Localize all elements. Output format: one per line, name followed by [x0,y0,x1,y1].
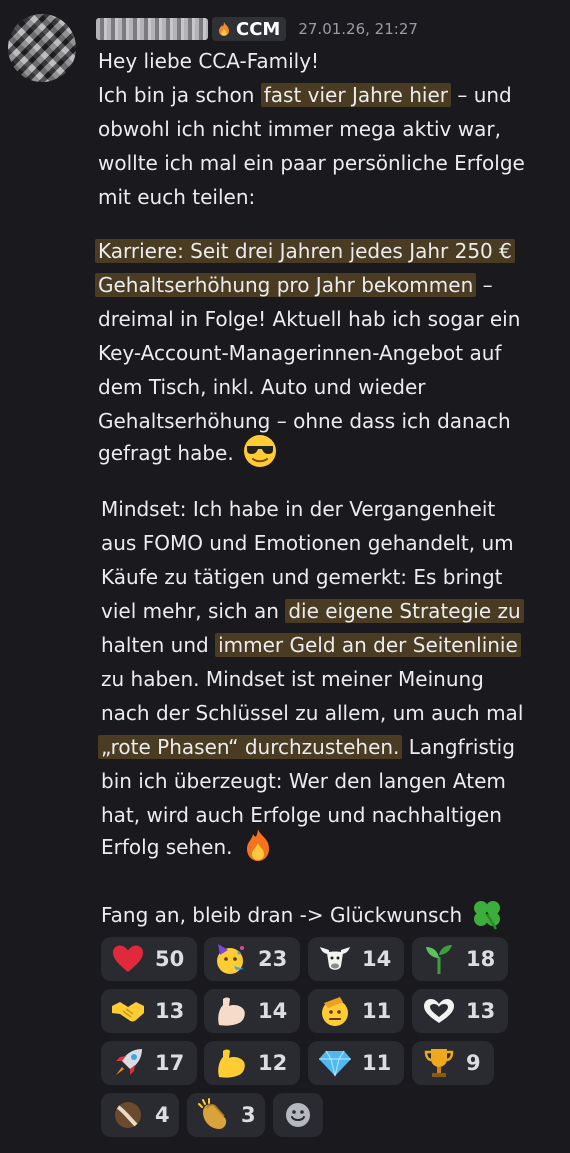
reaction-flexed-biceps-light[interactable]: 14 [204,989,300,1033]
message-line: obwohl ich nicht immer mega aktiv war, [98,117,501,141]
reaction-seedling[interactable]: 18 [412,937,508,981]
message-line: Karriere: Seit drei Jahren jedes Jahr 25… [95,234,515,268]
message-line: Gehaltserhöhung – ohne dass ich danach [98,409,511,433]
reaction-heart-hands[interactable]: 13 [412,989,508,1033]
message-line: zu haben. Mindset ist meiner Meinung [101,667,484,691]
message-line: dreimal in Folge! Aktuell hab ich sogar … [98,307,521,331]
handshake-icon [111,994,145,1028]
sunglasses-face-icon [244,434,277,467]
reaction-party-face[interactable]: 23 [204,937,300,981]
highlight: Gehaltserhöhung pro Jahr bekommen [95,273,477,297]
username-blurred[interactable] [96,18,208,40]
add-reaction-button[interactable] [273,1093,323,1137]
party-face-icon [214,942,248,976]
role-tag[interactable]: CCM [212,17,287,41]
reaction-heart[interactable]: 50 [101,937,197,981]
reaction-saluting-face[interactable]: 11 [308,989,404,1033]
reaction-trophy[interactable]: 9 [412,1041,494,1085]
message-line: dem Tisch, inkl. Auto und wieder [98,375,426,399]
saluting-face-icon [318,994,352,1028]
message-line: aus FOMO und Emotionen gehandelt, um [101,531,514,555]
reaction-rocket[interactable]: 17 [101,1041,197,1085]
reaction-bull[interactable]: 14 [308,937,404,981]
message-line: hat, wird auch Erfolge und nachhaltigen [101,803,502,827]
highlight: „rote Phasen“ durchzustehen. [98,735,403,759]
reaction-clapping-hands[interactable]: 3 [187,1093,265,1137]
bull-icon [318,942,352,976]
message-header: CCM 27.01.26, 21:27 [96,14,418,44]
reaction-gem[interactable]: 11 [308,1041,404,1085]
reaction-coconut[interactable]: 4 [101,1093,179,1137]
heart-hands-icon [422,994,456,1028]
coconut-icon [111,1098,145,1132]
message-line: wollte ich mal ein paar persönliche Erfo… [98,151,525,175]
add-reaction-icon [281,1098,315,1132]
rocket-icon [111,1046,145,1080]
seedling-icon [422,942,456,976]
gem-icon [318,1046,352,1080]
clapping-hands-icon [197,1098,231,1132]
highlight: die eigene Strategie zu [285,599,524,623]
message-line: Erfolg sehen. [101,828,275,864]
four-leaf-clover-icon [474,900,501,930]
message-line: Key-Account-Managerinnen-Angebot auf [98,341,502,365]
message-line: Gehaltserhöhung pro Jahr bekommen – [95,268,493,302]
message-line: gefragt habe. [98,434,278,470]
flame-icon [219,22,229,36]
highlight: immer Geld an der Seitenlinie [215,633,521,657]
avatar[interactable] [8,14,76,82]
message-line: Käufe zu tätigen und gemerkt: Es bringt [101,565,503,589]
fire-icon [246,828,269,861]
message-line: Ich bin ja schon fast vier Jahre hier – … [98,83,512,107]
message-line: mit euch teilen: [98,185,256,209]
role-tag-label: CCM [236,18,281,40]
timestamp: 27.01.26, 21:27 [298,20,418,38]
message-line: halten und immer Geld an der Seitenlinie [101,628,521,662]
message-line: Hey liebe CCA-Family! [98,49,320,73]
message-line: „rote Phasen“ durchzustehen. Langfristig [98,730,515,764]
highlight: fast vier Jahre hier [260,83,451,107]
reaction-flexed-biceps[interactable]: 12 [204,1041,300,1085]
flexed-biceps-icon [214,1046,248,1080]
flexed-biceps-light-icon [214,994,248,1028]
message-line: viel mehr, sich an die eigene Strategie … [101,594,524,628]
heart-icon [111,942,145,976]
trophy-icon [422,1046,456,1080]
message-line: Mindset: Ich habe in der Vergangenheit [101,497,496,521]
message-line: nach der Schlüssel zu allem, um auch mal [101,701,524,725]
message-line: bin ich überzeugt: Wer den langen Atem [101,769,506,793]
message-line: Fang an, bleib dran -> Glückwunsch [101,898,504,932]
reaction-handshake[interactable]: 13 [101,989,197,1033]
highlight: Karriere: Seit drei Jahren jedes Jahr 25… [95,239,515,263]
